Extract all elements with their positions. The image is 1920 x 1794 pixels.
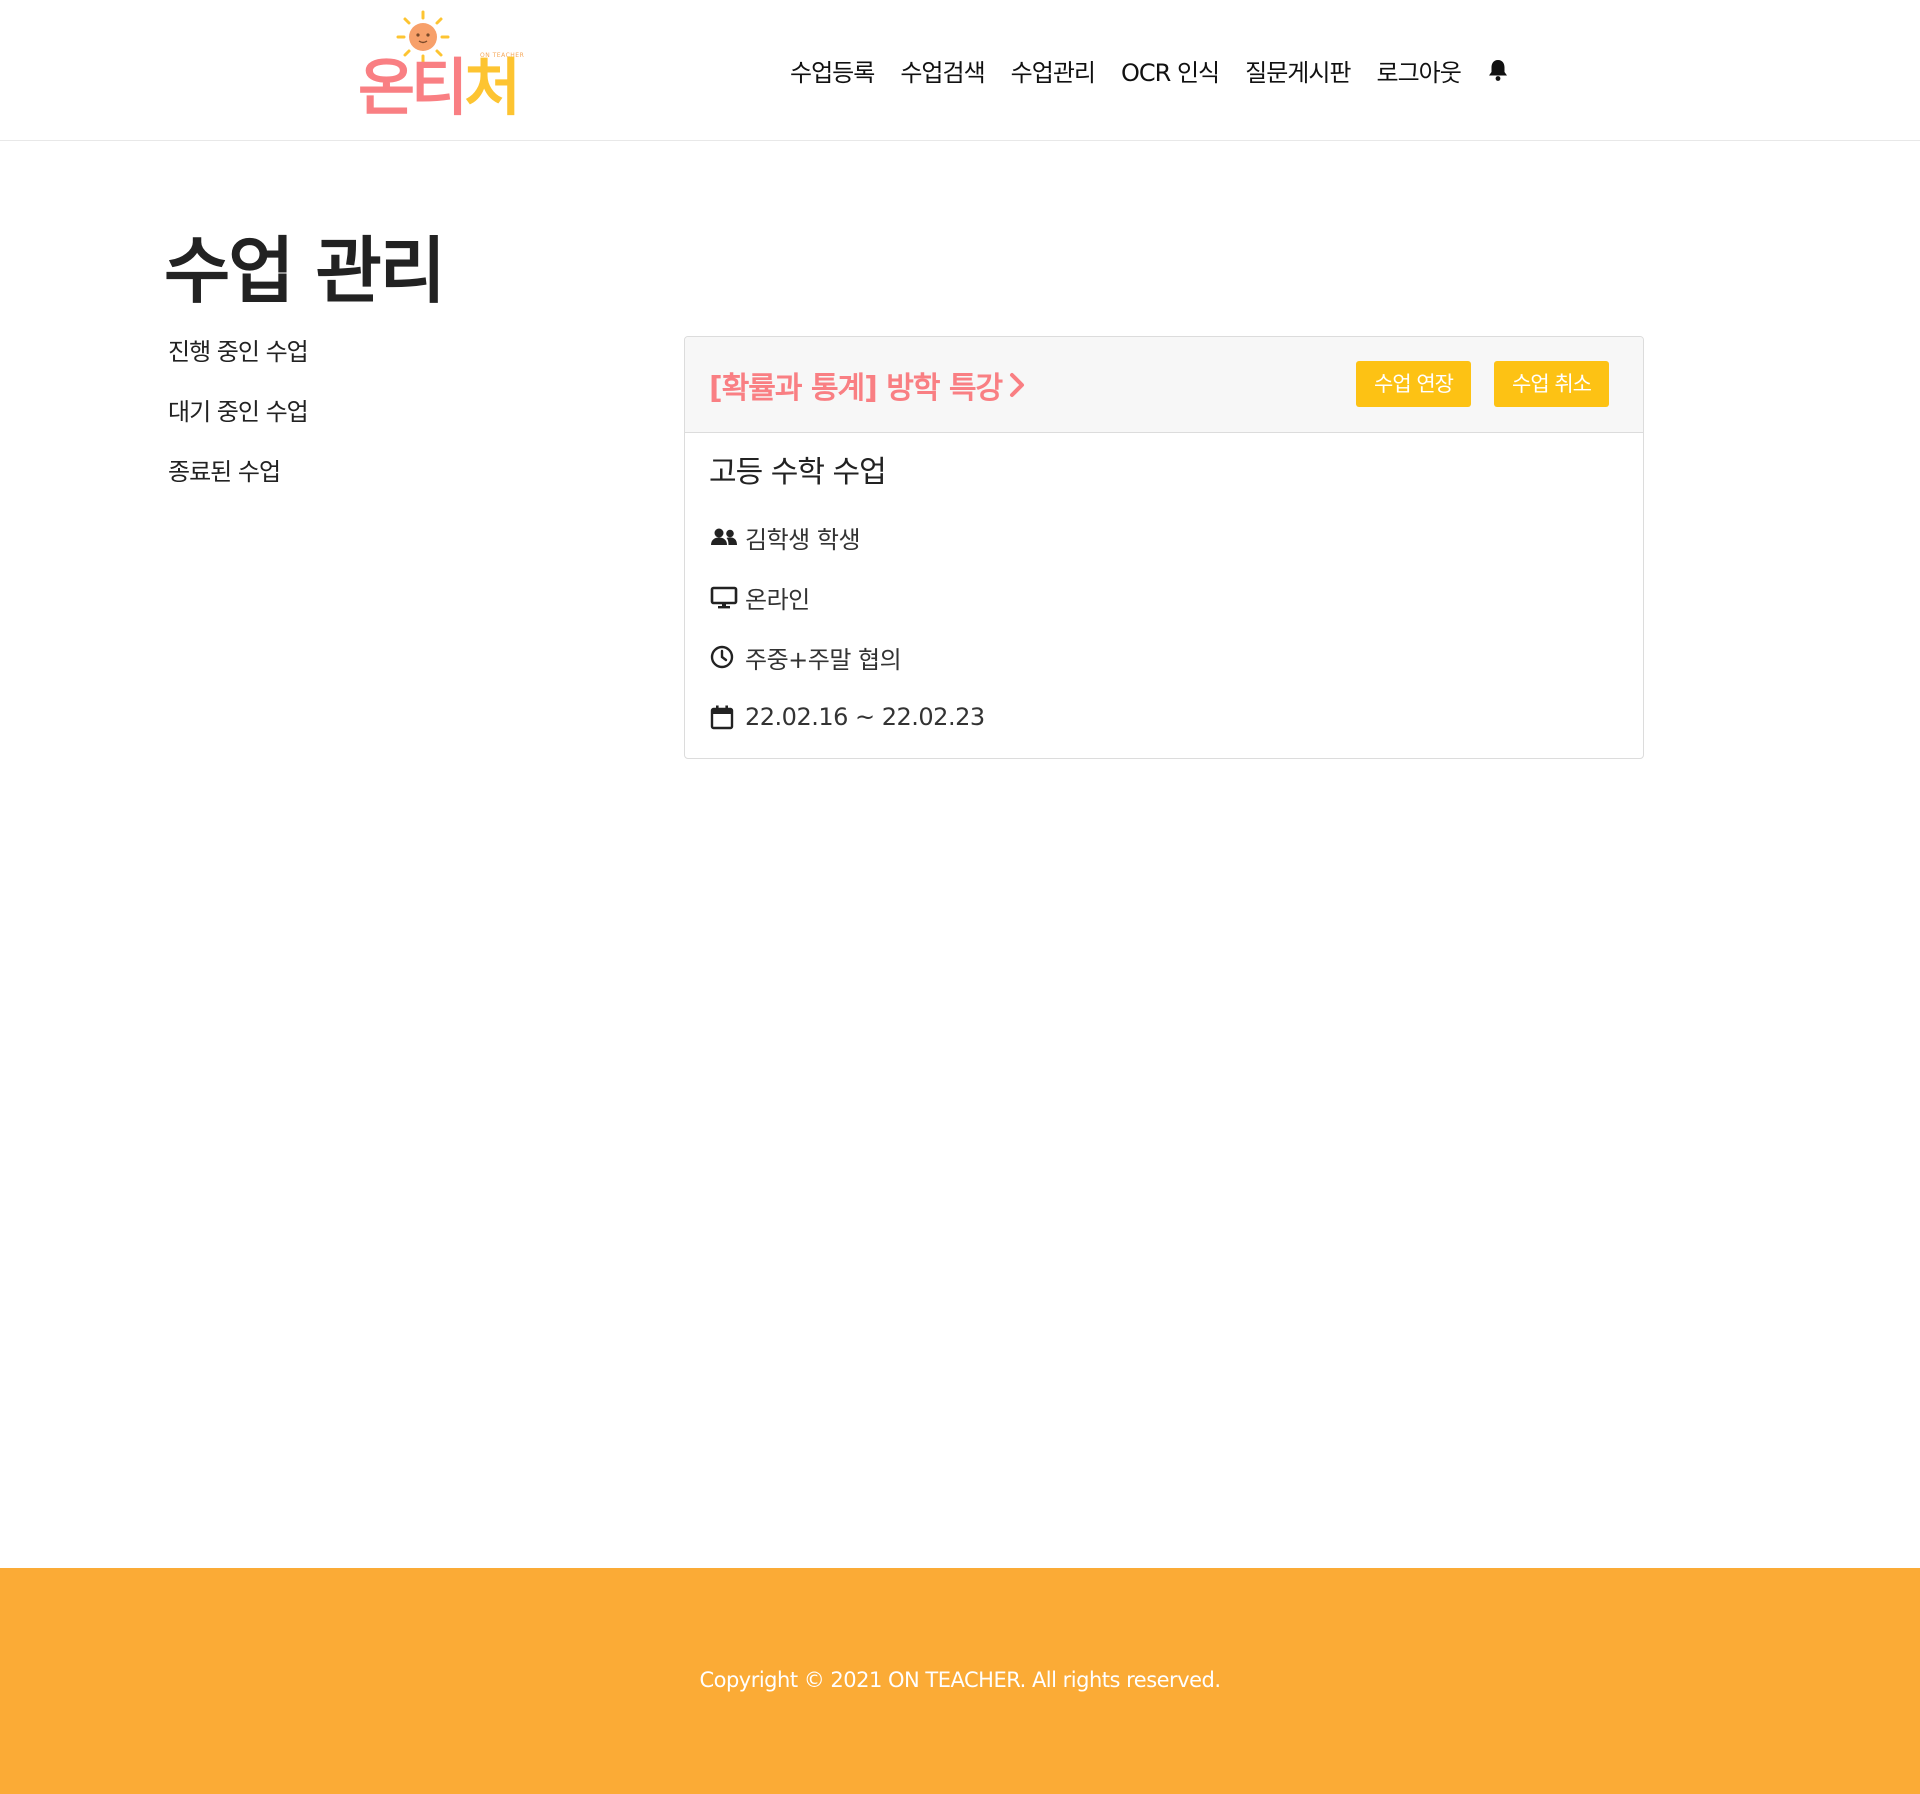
student-row: 김학생 학생 [709, 507, 985, 567]
monitor-icon [710, 586, 738, 609]
class-period: 22.02.16 ~ 22.02.23 [745, 703, 985, 731]
logo-char-3: 처 [464, 51, 521, 124]
copyright-text: Copyright © 2021 ON TEACHER. All rights … [699, 1668, 1221, 1692]
mode-row: 온라인 [709, 567, 985, 627]
nav-qna-board[interactable]: 질문게시판 [1245, 53, 1351, 88]
nav-logout[interactable]: 로그아웃 [1377, 53, 1462, 88]
class-schedule: 주중+주말 협의 [745, 645, 902, 674]
page-title: 수업 관리 [164, 229, 446, 313]
logo-char-2: 티 [411, 51, 468, 124]
schedule-row: 주중+주말 협의 [709, 627, 985, 687]
clock-icon [710, 645, 734, 669]
side-item-in-progress[interactable]: 진행 중인 수업 [168, 332, 309, 392]
nav-ocr[interactable]: OCR 인식 [1121, 53, 1220, 88]
extend-class-button[interactable]: 수업 연장 [1356, 361, 1471, 407]
bell-icon[interactable] [1487, 58, 1509, 82]
course-title: [확률과 통계] 방학 특강 [709, 371, 1003, 406]
cancel-class-button[interactable]: 수업 취소 [1494, 361, 1609, 407]
card-body: 고등 수학 수업 김학생 학생 온라인 주중+주말 협의 22.02.16 ~ … [709, 453, 985, 747]
class-mode: 온라인 [745, 585, 810, 614]
chevron-right-icon [1010, 373, 1025, 397]
course-title-link[interactable]: [확률과 통계] 방학 특강 [709, 363, 1026, 407]
card-header: [확률과 통계] 방학 특강 수업 연장 수업 취소 [685, 337, 1643, 433]
users-icon [711, 528, 737, 545]
page: ON TEACHER 온티처 수업등록 수업검색 수업관리 OCR 인식 질문게… [0, 0, 1920, 1794]
student-name: 김학생 학생 [745, 525, 861, 554]
calendar-icon [710, 705, 734, 730]
footer: Copyright © 2021 ON TEACHER. All rights … [0, 1568, 1920, 1794]
nav-register[interactable]: 수업등록 [790, 53, 875, 88]
logo-text: 온티처 [358, 48, 528, 128]
side-menu: 진행 중인 수업 대기 중인 수업 종료된 수업 [168, 332, 309, 512]
side-item-waiting[interactable]: 대기 중인 수업 [168, 392, 309, 452]
course-name: 고등 수학 수업 [709, 455, 887, 490]
course-card: [확률과 통계] 방학 특강 수업 연장 수업 취소 고등 수학 수업 김학생 … [684, 336, 1644, 759]
logo[interactable]: ON TEACHER 온티처 [358, 6, 528, 124]
nav-manage[interactable]: 수업관리 [1011, 53, 1096, 88]
nav-search[interactable]: 수업검색 [900, 53, 985, 88]
header: ON TEACHER 온티처 수업등록 수업검색 수업관리 OCR 인식 질문게… [0, 0, 1920, 141]
top-nav: 수업등록 수업검색 수업관리 OCR 인식 질문게시판 로그아웃 [790, 50, 1509, 90]
period-row: 22.02.16 ~ 22.02.23 [709, 687, 985, 747]
side-item-finished[interactable]: 종료된 수업 [168, 452, 308, 512]
logo-char-1: 온 [358, 51, 415, 124]
